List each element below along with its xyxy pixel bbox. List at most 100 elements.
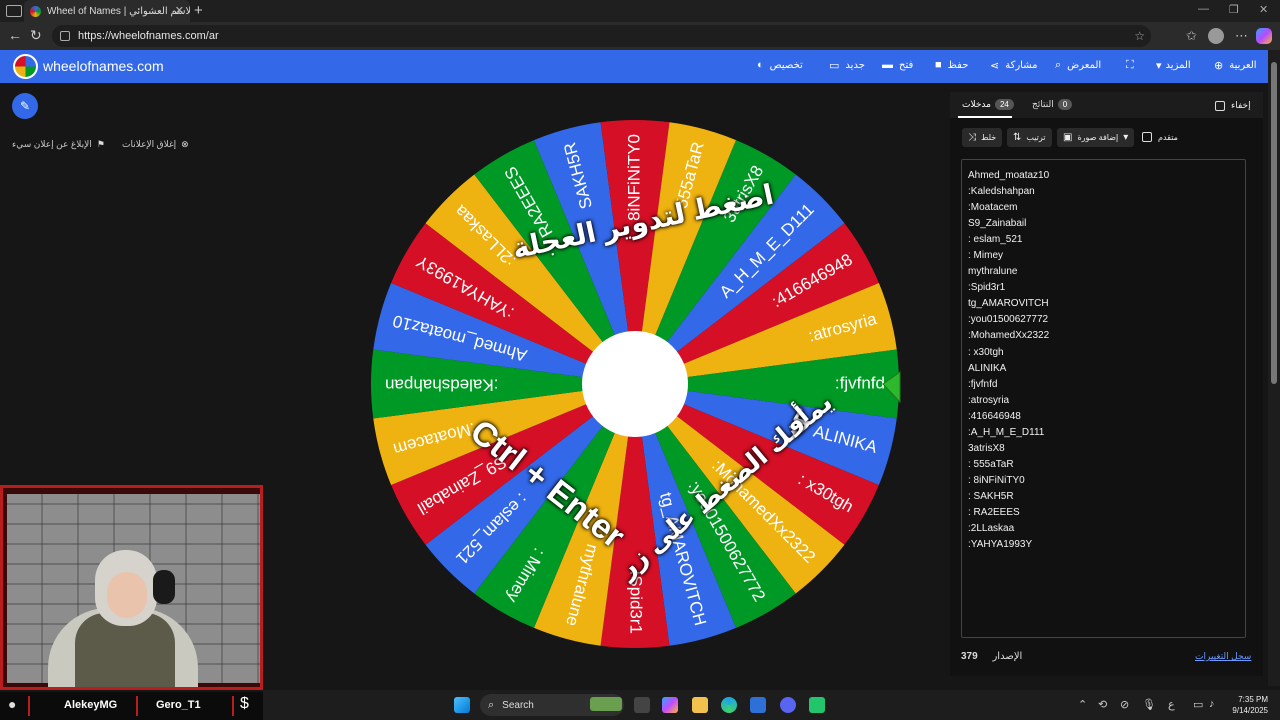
close-window-button[interactable]: ✕ — [1259, 3, 1268, 16]
volume-icon[interactable]: ♪ — [1209, 698, 1215, 710]
caret-down-icon: ▾ — [1123, 132, 1129, 143]
favorites-icon[interactable]: ✩ — [1186, 28, 1197, 44]
pencil-icon: ✎ — [19, 99, 31, 113]
url-input[interactable]: https://wheelofnames.com/ar ☆ — [52, 25, 1151, 47]
entries-textarea[interactable]: Ahmed_moataz10 :Kaledshahpan :Moatacem S9_Z… — [961, 159, 1246, 638]
profile-avatar[interactable] — [1208, 28, 1224, 44]
network-off-icon[interactable]: ⊘ — [1120, 698, 1129, 711]
sort-icon: ⇅ — [1013, 132, 1022, 143]
share-menu[interactable]: ⋖ مشاركة — [990, 59, 1038, 72]
edit-button[interactable]: ✎ — [12, 93, 38, 119]
language-label: العربية — [1229, 60, 1257, 71]
save-label: حفظ — [947, 59, 969, 71]
name-divider — [28, 696, 30, 716]
sync-icon[interactable]: ⟲ — [1098, 698, 1107, 711]
version-info: 379 الإصدار — [961, 651, 1022, 662]
customize-menu[interactable]: ◐ تخصيص — [757, 59, 803, 71]
tab-actions-icon[interactable] — [6, 5, 22, 17]
wheel[interactable]: SAKH5R 8iNFiNiTY0 555aTaR 3atrisX8 A_H_M_E_D… — [369, 118, 901, 650]
close-tab-icon[interactable]: ✕ — [175, 4, 184, 17]
share-label: مشاركة — [1005, 60, 1038, 71]
more-menu[interactable]: ▾ المزيد — [1156, 59, 1191, 72]
copilot-app-icon[interactable] — [662, 697, 678, 713]
tab-results[interactable]: النتائج 0 — [1032, 99, 1073, 110]
entry-line: :A_H_M_E_D111 — [968, 426, 1045, 438]
scrollbar-thumb[interactable] — [1271, 62, 1277, 384]
close-ads-label: إغلاق الإعلانات — [122, 139, 177, 149]
maximize-button[interactable]: ❐ — [1229, 3, 1239, 16]
new-tab-button[interactable]: + — [194, 2, 203, 19]
site-info-icon[interactable] — [60, 31, 70, 41]
results-count-badge: 0 — [1057, 99, 1073, 110]
fullscreen-icon: ⛶ — [1126, 59, 1134, 71]
refresh-icon[interactable]: ↻ — [30, 27, 42, 44]
back-icon[interactable]: ← — [8, 27, 22, 43]
browser-tab[interactable]: Wheel of Names | الاسم العشوائي ✕ — [24, 0, 190, 22]
sort-label: ترتيب — [1026, 133, 1046, 142]
entry-line: S9_Zainabail — [968, 218, 1027, 230]
gallery-label: المعرض — [1067, 60, 1102, 71]
wheel-canvas[interactable]: SAKH5R 8iNFiNiTY0 555aTaR 3atrisX8A_H_M_E_D… — [369, 118, 901, 650]
shuffle-button[interactable]: ⤨ خلط — [962, 128, 1003, 147]
site-logo-text[interactable]: wheelofnames.com — [43, 58, 164, 74]
webcam-person-face — [107, 572, 147, 618]
chat-app-icon[interactable] — [809, 697, 825, 713]
page-scrollbar[interactable] — [1268, 50, 1280, 686]
open-menu[interactable]: ▬ فتح — [882, 59, 913, 71]
version-number: 379 — [961, 651, 978, 662]
share-icon: ⋖ — [990, 60, 1000, 72]
add-image-label: إضافة صورة — [1077, 133, 1119, 142]
user-icon: ● — [8, 696, 17, 712]
store-icon[interactable] — [750, 697, 766, 713]
copilot-icon[interactable] — [1256, 28, 1272, 44]
minimize-button[interactable]: — — [1198, 3, 1209, 15]
save-menu[interactable]: ■ حفظ — [935, 59, 968, 71]
wheel-segment-label: 8iNFiNiTY0 — [624, 134, 643, 221]
browser-titlebar — [0, 0, 1280, 22]
flag-icon: ⚑ — [96, 139, 105, 149]
folder-icon: ▬ — [882, 59, 893, 71]
hide-panel-checkbox[interactable]: إخفاء — [1215, 100, 1251, 111]
entry-line: :Kaledshahpan — [968, 186, 1035, 198]
tab-entries[interactable]: مدخلات 24 — [962, 99, 1014, 110]
wheel-segment-label: :fjvfnfd — [835, 373, 885, 392]
entry-line: ALINIKA — [968, 362, 1007, 374]
entry-line: tg_AMAROVITCH — [968, 298, 1049, 310]
close-ads-link[interactable]: إغلاق الإعلانات ⊗ — [122, 139, 189, 150]
extensions-icon[interactable]: ⋯ — [1235, 28, 1248, 44]
advanced-checkbox-box[interactable] — [1142, 132, 1152, 142]
entry-line: Ahmed_moataz10 — [968, 170, 1050, 181]
favorite-star-icon[interactable]: ☆ — [1134, 29, 1145, 43]
shuffle-icon: ⤨ — [968, 132, 976, 143]
task-view-icon[interactable] — [634, 697, 650, 713]
entry-line: :YAHYA1993Y — [968, 539, 1033, 551]
add-image-button[interactable]: ▣ إضافة صورة ▾ — [1057, 128, 1135, 147]
input-language[interactable]: ع — [1168, 698, 1175, 711]
entry-line: : 555aTaR — [968, 458, 1014, 470]
wheel-logo-icon[interactable] — [13, 54, 38, 79]
language-menu[interactable]: ⊕ العربية — [1214, 59, 1257, 72]
sort-button[interactable]: ⇅ ترتيب — [1007, 128, 1052, 147]
entry-line: : x30tgh — [968, 346, 1004, 358]
entry-line: :Moatacem — [968, 202, 1018, 214]
monitor-icon[interactable]: ▭ — [1193, 698, 1203, 711]
report-ad-link[interactable]: الإبلاغ عن إعلان سيء ⚑ — [12, 139, 105, 150]
fullscreen-button[interactable]: ⛶ — [1126, 59, 1134, 72]
new-menu[interactable]: ▭ جديد — [829, 59, 865, 72]
hide-checkbox-box[interactable] — [1215, 100, 1225, 111]
version-label: الإصدار — [992, 651, 1023, 662]
edge-browser-icon[interactable] — [721, 697, 737, 713]
advanced-checkbox[interactable]: متقدم — [1142, 132, 1178, 142]
search-icon: ⌕ — [488, 698, 495, 711]
caret-down-icon: ▾ — [1156, 60, 1162, 72]
tray-overflow-icon[interactable]: ⌃ — [1078, 698, 1087, 711]
changelog-link[interactable]: سجل التغييرات — [1195, 651, 1251, 662]
microphone-icon[interactable]: 🎙 — [1142, 698, 1156, 711]
wheel-segment-label: :Spid3r1 — [627, 571, 646, 634]
gallery-menu[interactable]: ⌕ المعرض — [1055, 59, 1101, 72]
wheel-center-hub[interactable] — [582, 331, 688, 437]
file-explorer-icon[interactable] — [692, 697, 708, 713]
taskbar-clock[interactable]: 7:35 PM 9/14/2025 — [1228, 694, 1268, 716]
start-button-icon[interactable] — [454, 697, 470, 713]
discord-icon[interactable] — [780, 697, 796, 713]
